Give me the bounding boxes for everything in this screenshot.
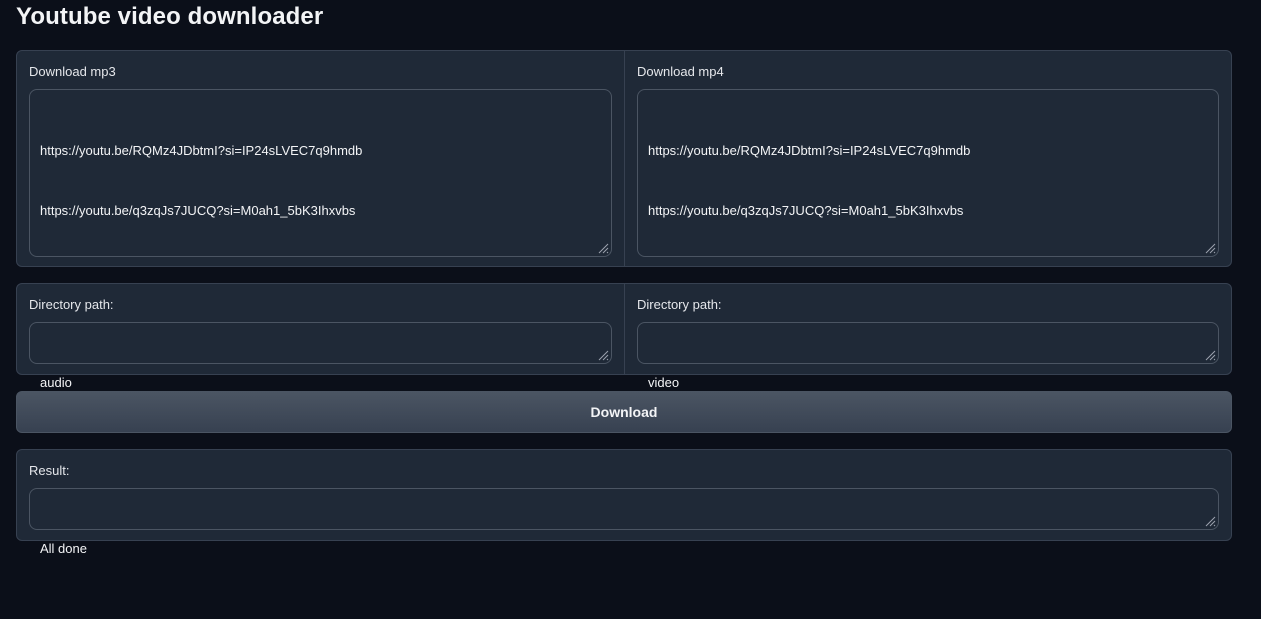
video-path-cell: Directory path: video [625,284,1231,390]
resize-grip-icon[interactable] [1204,349,1216,361]
mp4-link-line: https://youtu.be/q3zqJs7JUCQ?si=M0ah1_5b… [648,203,964,218]
download-button[interactable]: Download [16,391,1232,433]
mp4-links-textarea[interactable]: https://youtu.be/RQMz4JDbtmI?si=IP24sLVE… [637,89,1219,257]
result-textbox[interactable]: All done [29,488,1219,556]
audio-path-cell: Directory path: audio [17,284,625,390]
resize-grip-icon[interactable] [1204,242,1216,254]
mp3-label: Download mp3 [29,64,116,79]
mp4-cell: Download mp4 https://youtu.be/RQMz4JDbtm… [625,51,1231,266]
resize-grip-icon[interactable] [1204,515,1216,527]
mp3-cell: Download mp3 https://youtu.be/RQMz4JDbtm… [17,51,625,266]
video-path-input[interactable]: video [637,322,1219,390]
video-path-value: video [648,375,680,390]
audio-path-input[interactable]: audio [29,322,612,390]
paths-panel: Directory path: audio Directory path: vi… [16,283,1232,390]
links-panel: Download mp3 https://youtu.be/RQMz4JDbtm… [16,50,1232,267]
audio-path-label: Directory path: [29,297,114,312]
result-label: Result: [29,463,70,478]
result-panel: Result: All done [16,449,1232,556]
mp3-link-line: https://youtu.be/RQMz4JDbtmI?si=IP24sLVE… [40,143,363,158]
mp4-link-line: https://youtu.be/RQMz4JDbtmI?si=IP24sLVE… [648,143,971,158]
result-value: All done [40,541,87,556]
resize-grip-icon[interactable] [597,242,609,254]
mp3-links-textarea[interactable]: https://youtu.be/RQMz4JDbtmI?si=IP24sLVE… [29,89,612,257]
page-title: Youtube video downloader [16,3,324,30]
result-cell: Result: All done [17,450,1231,556]
video-path-label: Directory path: [637,297,722,312]
mp4-label: Download mp4 [637,64,724,79]
resize-grip-icon[interactable] [597,349,609,361]
audio-path-value: audio [40,375,72,390]
mp3-link-line: https://youtu.be/q3zqJs7JUCQ?si=M0ah1_5b… [40,203,356,218]
